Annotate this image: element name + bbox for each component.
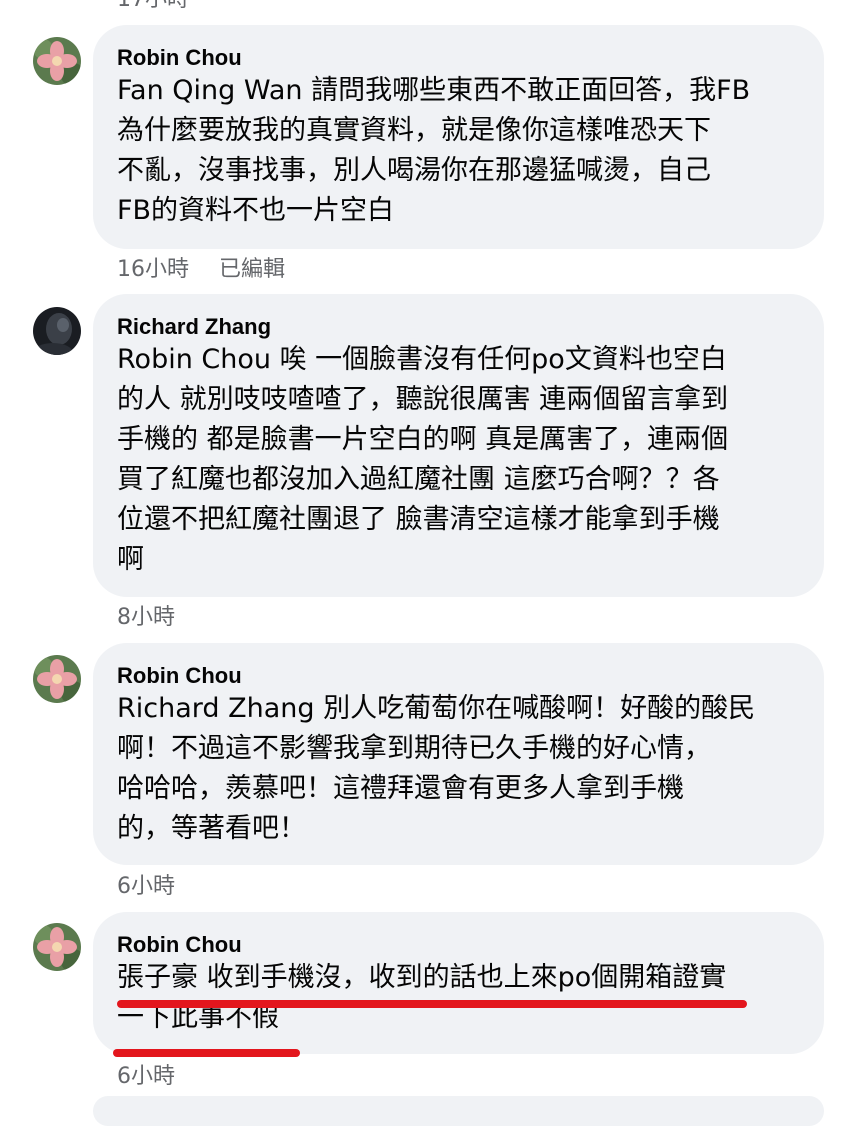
edited-label: 已編輯 — [219, 257, 286, 282]
flower-avatar-icon — [33, 37, 81, 85]
comment-bubble: Robin Chou Richard Zhang 別人吃葡萄你在喊酸啊！好酸的酸… — [93, 643, 824, 865]
comment-author[interactable]: Robin Chou — [117, 930, 800, 960]
comment-text: Fan Qing Wan 請問我哪些東西不敢正面回答，我FB 為什麼要放我的真實… — [117, 75, 751, 226]
comment-bubble: Robin Chou Fan Qing Wan 請問我哪些東西不敢正面回答，我F… — [93, 25, 824, 249]
comment-text: Richard Zhang 別人吃葡萄你在喊酸啊！好酸的酸民 啊！不過這不影響我… — [117, 693, 756, 844]
annotation-underline — [117, 1000, 747, 1008]
next-comment-bubble-partial — [93, 1096, 824, 1126]
comment-author[interactable]: Robin Chou — [117, 661, 800, 691]
comment-meta: 6小時 — [117, 1063, 175, 1091]
comment-text: 張子豪 收到手機沒，收到的話也上來po個開箱證實 一下此事不假 — [117, 962, 727, 1033]
comment-text: Robin Chou 唉 一個臉書沒有任何po文資料也空白 的人 就別吱吱喳喳了… — [117, 344, 729, 575]
comment-timestamp[interactable]: 6小時 — [117, 1064, 175, 1089]
comment-timestamp[interactable]: 6小時 — [117, 874, 175, 899]
previous-comment-timestamp[interactable]: 17小時 — [117, 0, 189, 13]
comment-meta: 8小時 — [117, 604, 175, 632]
avatar[interactable] — [33, 923, 81, 971]
comment-timestamp[interactable]: 16小時 — [117, 257, 189, 282]
dark-profile-avatar-icon — [33, 307, 81, 355]
flower-avatar-icon — [33, 923, 81, 971]
comment-author[interactable]: Richard Zhang — [117, 312, 800, 342]
comment-meta: 16小時 已編輯 — [117, 256, 285, 284]
comment-bubble: Richard Zhang Robin Chou 唉 一個臉書沒有任何po文資料… — [93, 294, 824, 597]
comment-meta: 6小時 — [117, 873, 175, 901]
avatar[interactable] — [33, 37, 81, 85]
annotation-underline — [113, 1049, 300, 1057]
avatar[interactable] — [33, 307, 81, 355]
comment-author[interactable]: Robin Chou — [117, 43, 800, 73]
flower-avatar-icon — [33, 655, 81, 703]
avatar[interactable] — [33, 655, 81, 703]
comment-timestamp[interactable]: 8小時 — [117, 605, 175, 630]
comment-bubble: Robin Chou 張子豪 收到手機沒，收到的話也上來po個開箱證實 一下此事… — [93, 912, 824, 1054]
